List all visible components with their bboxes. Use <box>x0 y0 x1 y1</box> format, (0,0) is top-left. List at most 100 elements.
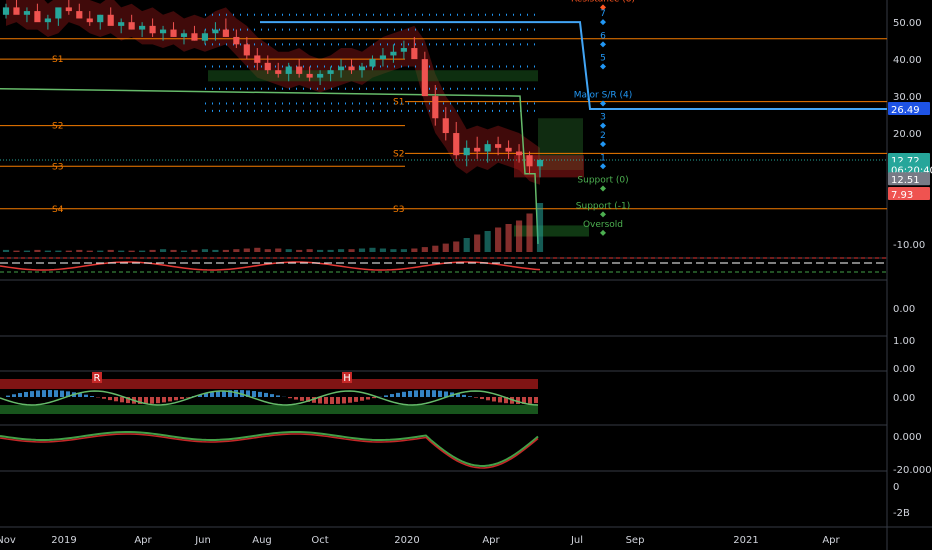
volume-bar <box>337 249 345 252</box>
price-tick: -10.00 <box>893 240 925 251</box>
sr-label: Resistance (8) <box>571 0 635 4</box>
candle-body <box>212 29 219 34</box>
trading-chart[interactable]: S1S2S3S4S1S2S3 Resistance (8)765Major S/… <box>0 0 932 550</box>
candle-body <box>275 70 282 74</box>
candle-body <box>296 66 303 74</box>
candle-body <box>86 18 93 23</box>
candle-body <box>34 11 41 23</box>
volume-bar <box>233 249 240 252</box>
wave-line-red <box>0 433 539 469</box>
histogram-bar <box>390 394 394 397</box>
histogram-bar <box>90 396 94 397</box>
price-tag-label: 26.49 <box>891 105 920 116</box>
signal-marker-label: H <box>343 373 351 384</box>
cloud-zones <box>6 0 589 237</box>
candle-body <box>421 59 428 97</box>
volume-bar <box>149 249 156 252</box>
candle-body <box>107 14 114 26</box>
volume-bars <box>2 203 544 252</box>
histogram-bar <box>36 390 40 397</box>
histogram-bar <box>18 393 22 397</box>
volume-bar <box>432 245 439 252</box>
histogram-bar <box>294 397 298 400</box>
candle-body <box>369 59 376 67</box>
candle-body <box>222 29 229 37</box>
histogram-bar <box>462 394 466 397</box>
time-tick: Apr <box>134 535 152 546</box>
histogram-bar <box>528 397 532 404</box>
histogram-bar <box>24 391 28 397</box>
sr-diamond <box>600 211 606 218</box>
sr-diamond <box>600 63 606 70</box>
histogram-bar <box>108 397 112 401</box>
price-axis: 50.0040.0030.0020.0010.00-10.0026.4912.7… <box>888 18 932 519</box>
pane-tick: 1.00 <box>893 336 915 347</box>
histogram-bar <box>366 397 370 400</box>
candle-body <box>285 66 292 74</box>
sr-label: 1 <box>600 153 606 163</box>
candle-body <box>327 70 334 74</box>
time-tick: 2019 <box>51 535 76 546</box>
histogram-bar <box>216 391 220 397</box>
volume-bar <box>442 243 449 252</box>
candle-body <box>2 7 10 15</box>
volume-bar <box>264 249 271 252</box>
histogram-bar <box>396 392 400 397</box>
histogram-bar <box>30 391 34 397</box>
candle-body <box>170 29 177 37</box>
candle-body <box>254 55 261 63</box>
histogram-bar <box>432 390 436 397</box>
time-tick: Nov <box>0 535 16 546</box>
volume-bar <box>222 249 229 252</box>
sr-label: Support (0) <box>577 175 628 185</box>
histogram-bar <box>114 397 118 402</box>
volume-bar <box>358 248 366 252</box>
pivot-label: S4 <box>52 205 64 215</box>
pane-tick: -20.000 <box>893 465 932 476</box>
histogram-bar <box>480 397 484 400</box>
histogram-bar <box>156 397 160 404</box>
pane-tick: 0 <box>893 482 899 493</box>
candle-body <box>159 29 167 34</box>
histogram-bar <box>372 397 376 399</box>
histogram-bar <box>54 390 58 397</box>
time-tick: 2020 <box>394 535 419 546</box>
volume-bar <box>327 249 334 252</box>
candle-body <box>411 48 418 60</box>
histogram-bar <box>288 397 292 399</box>
volume-bar <box>201 249 209 252</box>
histogram-bar <box>150 397 154 404</box>
histogram-bar <box>408 390 412 397</box>
candle-body <box>118 22 125 26</box>
volume-bar <box>254 247 261 252</box>
volume-bar <box>495 227 502 252</box>
volume-bar <box>44 250 51 252</box>
volume-bar <box>86 250 93 252</box>
volume-bar <box>128 250 135 252</box>
volume-bar <box>76 249 83 252</box>
histogram-bar <box>354 397 358 402</box>
price-tag-label: 7.93 <box>891 190 913 201</box>
candle-body <box>484 144 491 152</box>
candle-body <box>390 51 397 56</box>
histogram-bar <box>276 395 280 397</box>
candle-body <box>337 66 345 71</box>
histogram-bar <box>498 397 502 403</box>
pivot-label: S3 <box>393 205 404 215</box>
oversold-band <box>0 405 538 414</box>
pane-tick: 0.00 <box>893 393 915 404</box>
histogram-bar <box>492 397 496 402</box>
candle-body <box>463 147 470 156</box>
volume-bar <box>13 250 20 252</box>
candle-body <box>191 33 198 41</box>
candle-body <box>400 48 407 52</box>
volume-bar <box>453 241 460 252</box>
sr-label: Oversold <box>583 220 623 230</box>
histogram-bar <box>270 394 274 397</box>
histogram-bar <box>60 390 64 397</box>
sr-label: 2 <box>600 131 606 141</box>
momentum-line <box>0 390 539 406</box>
histogram-bar <box>300 397 304 401</box>
candle-body <box>139 25 146 30</box>
candle-body <box>442 118 449 134</box>
